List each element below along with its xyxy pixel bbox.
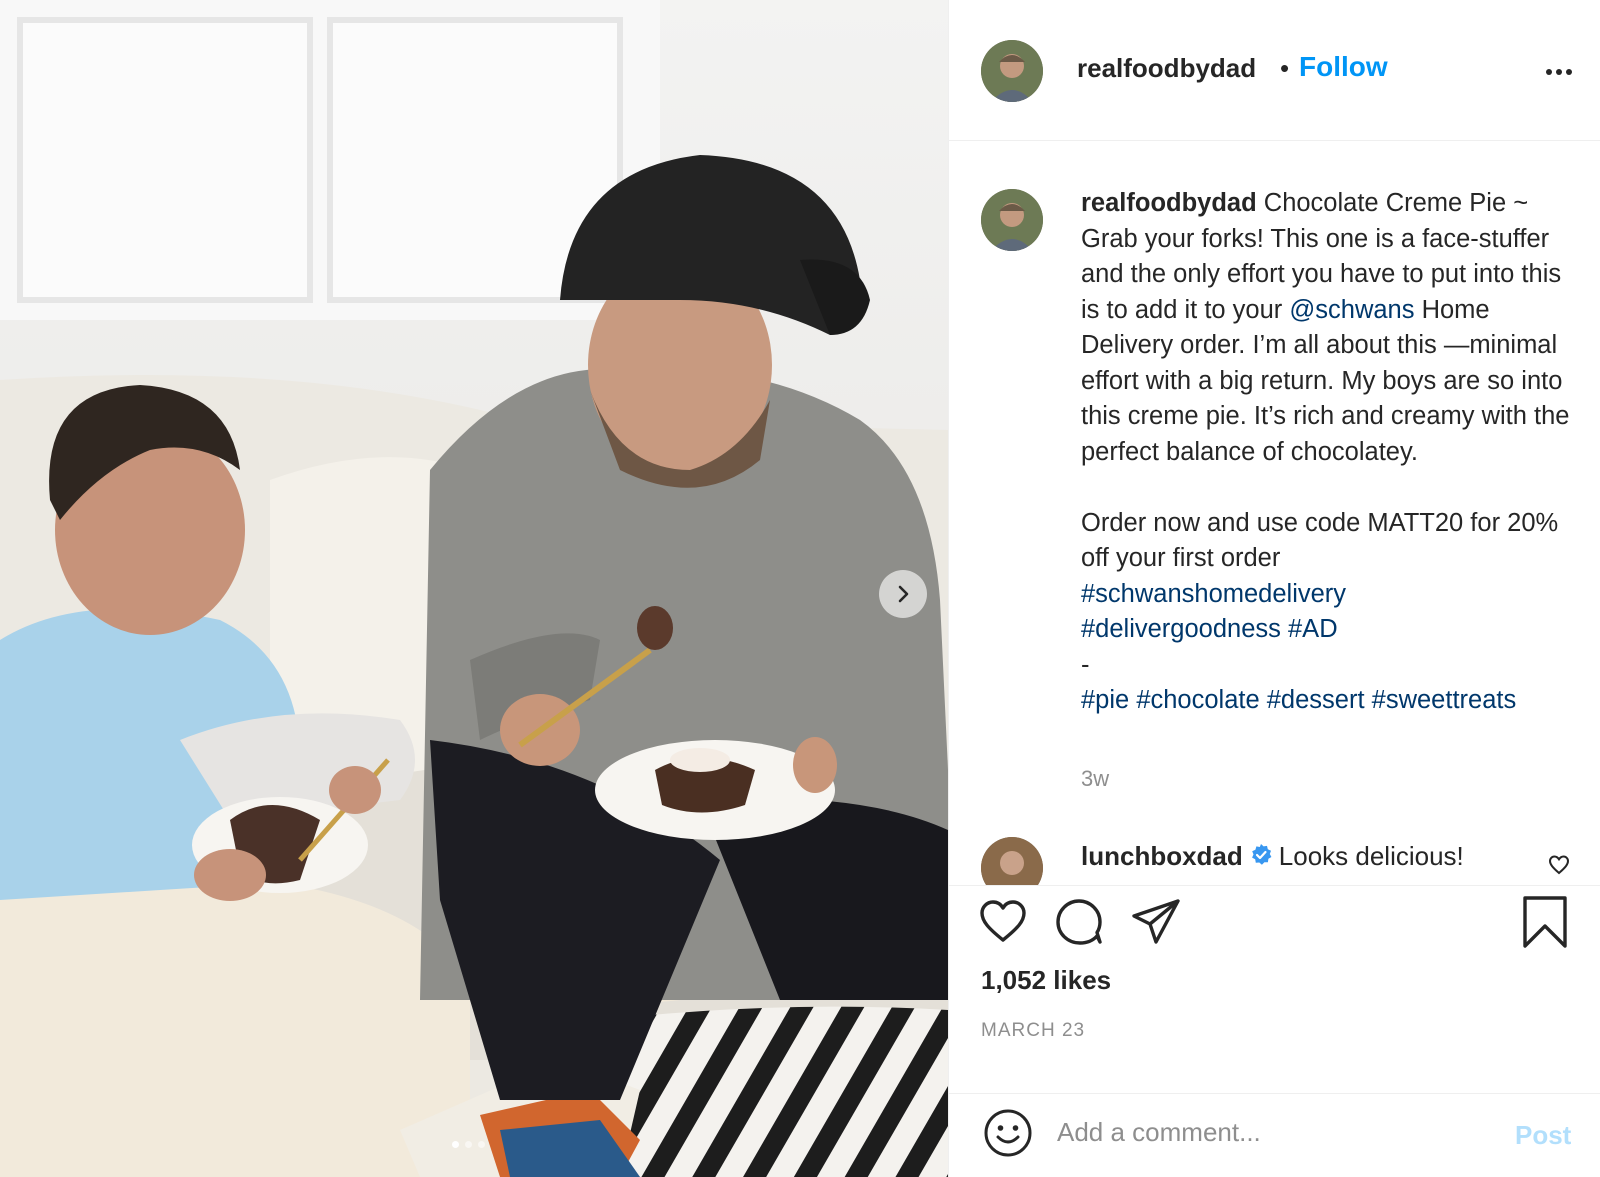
share-icon[interactable] xyxy=(1130,896,1182,948)
hashtag-link[interactable]: #schwanshomedelivery xyxy=(1081,580,1346,608)
emoji-icon[interactable] xyxy=(981,1106,1035,1160)
carousel-next-button[interactable] xyxy=(879,570,927,618)
hashtag-link[interactable]: #pie xyxy=(1081,686,1129,714)
comment-like-icon[interactable] xyxy=(1547,853,1571,877)
hashtag-link[interactable]: #sweettreats xyxy=(1372,686,1517,714)
carousel-indicator xyxy=(452,1141,485,1148)
comments-area[interactable]: realfoodbydad Chocolate Creme Pie ~ Grab… xyxy=(949,141,1600,885)
avatar-image xyxy=(981,837,1043,885)
heart-icon[interactable] xyxy=(977,896,1029,948)
caption-text: Order now and use code MATT20 for 20% of… xyxy=(1081,508,1559,573)
comment-text: Looks delicious! xyxy=(1278,841,1464,871)
carousel-dot xyxy=(452,1141,459,1148)
hashtag-link[interactable]: #chocolate xyxy=(1136,686,1259,714)
carousel-dot xyxy=(465,1141,472,1148)
post-header: realfoodbydad • Follow xyxy=(949,0,1600,141)
caption-username[interactable]: realfoodbydad xyxy=(1081,189,1257,217)
photo-illustration xyxy=(0,0,948,1177)
caption-avatar[interactable] xyxy=(981,189,1043,251)
post-caption: realfoodbydad Chocolate Creme Pie ~ Grab… xyxy=(1081,186,1581,719)
post-date[interactable]: MARCH 23 xyxy=(981,1020,1085,1042)
hashtag-link[interactable]: #AD xyxy=(1288,615,1338,643)
commenter-avatar[interactable] xyxy=(981,837,1043,885)
caption-text: - xyxy=(1081,650,1090,679)
verified-icon xyxy=(1251,844,1272,865)
comment-composer: Post xyxy=(949,1093,1600,1177)
post-comment-button[interactable]: Post xyxy=(1515,1120,1571,1151)
hashtag-link[interactable]: #dessert xyxy=(1267,686,1365,714)
comment-input[interactable] xyxy=(1057,1108,1477,1156)
like-count[interactable]: 1,052 likes xyxy=(981,965,1111,996)
comment-item: lunchboxdad Looks delicious! xyxy=(1081,841,1464,872)
caption-timestamp[interactable]: 3w xyxy=(1081,766,1109,792)
header-separator: • xyxy=(1280,53,1290,83)
author-username[interactable]: realfoodbydad xyxy=(1077,53,1256,84)
carousel-dot xyxy=(478,1141,485,1148)
post-actions: 1,052 likes MARCH 23 xyxy=(949,885,1600,1093)
author-avatar[interactable] xyxy=(981,40,1043,102)
hashtag-link[interactable]: #delivergoodness xyxy=(1081,615,1281,643)
avatar-image xyxy=(981,189,1043,251)
follow-button[interactable]: Follow xyxy=(1299,51,1388,83)
more-options-button[interactable] xyxy=(1541,60,1577,84)
comment-icon[interactable] xyxy=(1053,896,1105,948)
more-icon xyxy=(1546,69,1572,75)
chevron-right-icon xyxy=(898,585,909,603)
avatar-image xyxy=(981,40,1043,102)
post-side-panel: realfoodbydad • Follow realfoodbydad Cho… xyxy=(948,0,1600,1177)
post-photo[interactable] xyxy=(0,0,948,1177)
bookmark-icon[interactable] xyxy=(1519,894,1571,950)
comment-username[interactable]: lunchboxdad xyxy=(1081,841,1243,871)
mention-link[interactable]: @schwans xyxy=(1289,296,1414,324)
